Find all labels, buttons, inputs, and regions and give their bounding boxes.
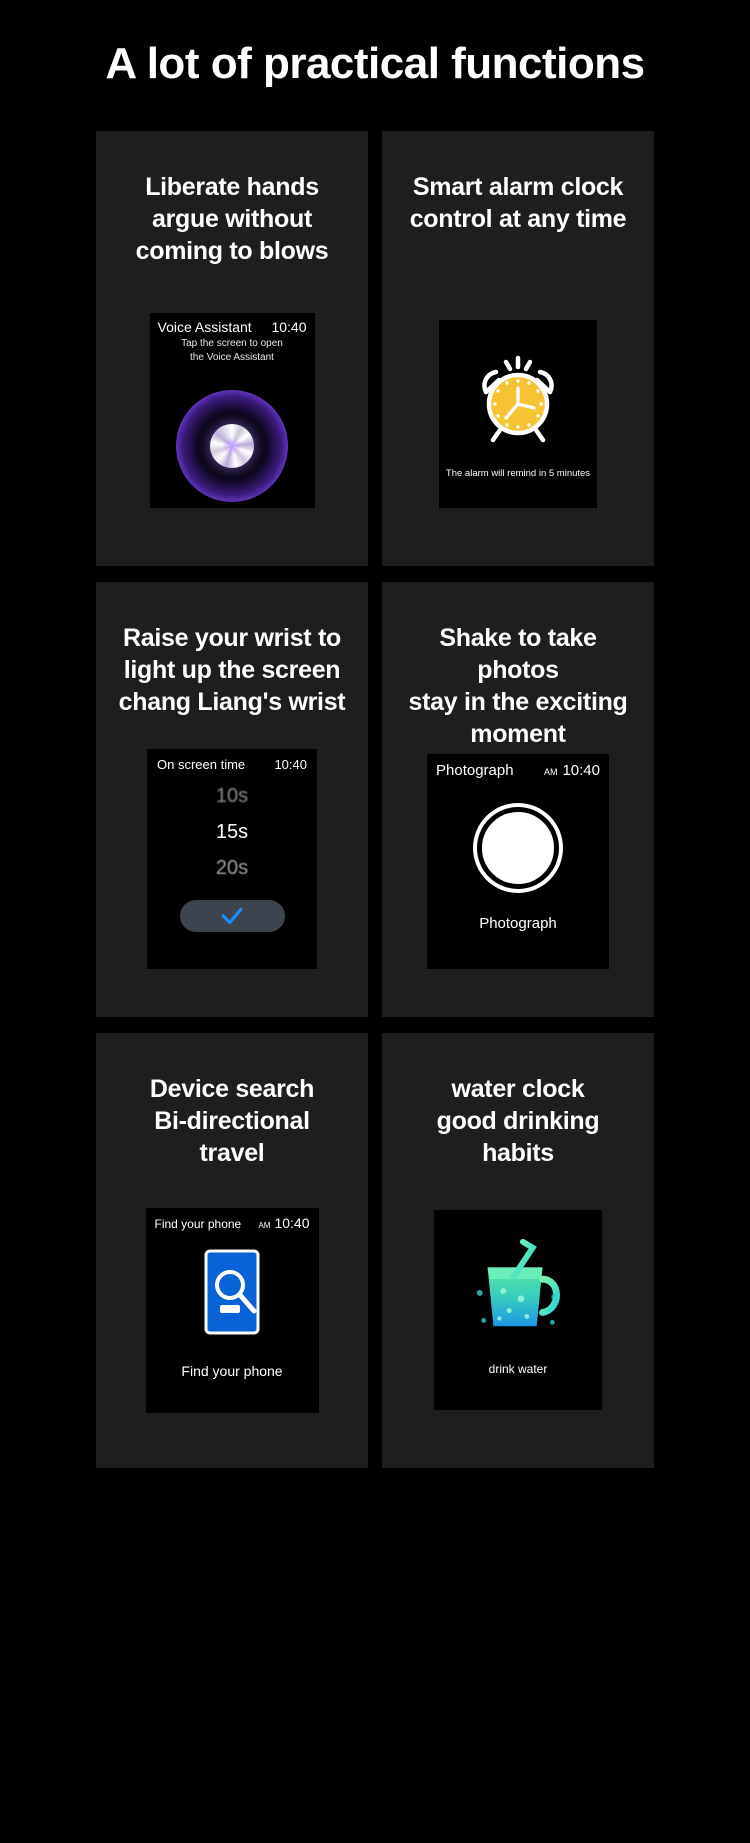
screen-subtitle-line: Tap the screen to open: [181, 338, 283, 350]
card-title-line: stay in the exciting: [408, 688, 628, 717]
watch-screen-voice-assistant: Voice Assistant 10:40 Tap the screen to …: [149, 313, 315, 509]
card-title-line: coming to blows: [135, 237, 329, 266]
card-title-line: Shake to take photos: [439, 624, 597, 685]
card-title-line: chang Liang's wrist: [118, 688, 346, 717]
feature-card-shake-photo[interactable]: Shake to take photos stay in the excitin…: [382, 582, 654, 1018]
card-title-line: Liberate hands: [145, 173, 319, 202]
screen-title: On screen time: [157, 757, 246, 773]
card-title: Raise your wrist to light up the screen …: [115, 622, 350, 718]
watch-screen-drink-water: drink water: [434, 1210, 602, 1411]
card-title-line: Raise your wrist to: [123, 624, 341, 653]
screen-caption: Photograph: [479, 915, 557, 933]
screen-header: Voice Assistant 10:40: [150, 313, 315, 335]
watch-screen-alarm: The alarm will remind in 5 minutes: [439, 320, 597, 509]
card-title-line: Device search: [149, 1075, 315, 1104]
feature-card-voice-assistant[interactable]: Liberate hands argue without coming to b…: [96, 131, 368, 567]
card-title: Shake to take photos stay in the excitin…: [401, 622, 636, 750]
alarm-clock-icon: [482, 355, 554, 443]
screen-caption: Find your phone: [181, 1363, 283, 1380]
watch-screen-find-phone: Find your phone AM 10:40 Find your phone: [145, 1208, 319, 1414]
card-title-line: moment: [470, 720, 566, 749]
duration-option-selected[interactable]: 15s: [147, 814, 317, 850]
card-title: Liberate hands argue without coming to b…: [115, 171, 350, 267]
screen-title: Photograph: [436, 762, 514, 780]
screen-time-group: AM 10:40: [544, 762, 600, 779]
page-title: A lot of practical functions: [105, 39, 645, 88]
card-title-line: control at any time: [409, 205, 627, 234]
screen-subtitle: Tap the screen to open the Voice Assista…: [150, 337, 315, 364]
card-title-line: travel: [199, 1139, 265, 1168]
screen-time: 10:40: [562, 762, 600, 780]
card-title: Smart alarm clock control at any time: [401, 171, 636, 235]
card-title: water clock good drinking habits: [401, 1073, 636, 1169]
card-title-line: water clock: [451, 1075, 585, 1104]
confirm-button[interactable]: [179, 900, 285, 933]
card-title-line: good drinking: [436, 1107, 600, 1136]
feature-card-device-search[interactable]: Device search Bi-directional travel Find…: [96, 1033, 368, 1469]
feature-card-raise-wrist[interactable]: Raise your wrist to light up the screen …: [96, 582, 368, 1018]
screen-caption: The alarm will remind in 5 minutes: [445, 467, 591, 479]
check-icon: [221, 908, 243, 925]
screen-caption: drink water: [488, 1362, 548, 1377]
watch-screen-on-screen-time: On screen time 10:40 10s 15s 20s: [147, 749, 317, 970]
screen-header: On screen time 10:40: [147, 749, 317, 772]
duration-option[interactable]: 20s: [147, 850, 317, 886]
watch-screen-photograph: Photograph AM 10:40 Photograph: [427, 754, 609, 970]
duration-option-list[interactable]: 10s 15s 20s: [147, 778, 317, 886]
card-title-line: Bi-directional: [154, 1107, 310, 1136]
screen-header: Find your phone AM 10:40: [146, 1208, 319, 1231]
screen-ampm: AM: [258, 1221, 271, 1231]
phone-search-icon[interactable]: [200, 1249, 264, 1335]
page-root: A lot of practical functions Liberate ha…: [0, 0, 750, 1843]
card-title-line: Smart alarm clock: [412, 173, 624, 202]
feature-card-water-clock[interactable]: water clock good drinking habits drink w…: [382, 1033, 654, 1469]
feature-card-grid: Liberate hands argue without coming to b…: [96, 131, 654, 1469]
water-cup-icon: [476, 1239, 560, 1327]
duration-option[interactable]: 10s: [147, 778, 317, 814]
camera-shutter-icon[interactable]: [477, 807, 559, 890]
card-title-line: light up the screen: [123, 656, 341, 685]
card-title: Device search Bi-directional travel: [115, 1073, 350, 1169]
screen-time-group: AM 10:40: [258, 1215, 309, 1231]
feature-card-smart-alarm[interactable]: Smart alarm clock control at any time Th…: [382, 131, 654, 567]
screen-title: Find your phone: [154, 1217, 242, 1232]
screen-time: 10:40: [274, 1215, 310, 1232]
card-title-line: habits: [482, 1139, 554, 1168]
voice-orb-icon[interactable]: [150, 386, 315, 506]
screen-time: 10:40: [271, 319, 307, 336]
screen-subtitle-line: the Voice Assistant: [190, 351, 274, 363]
card-title-line: argue without: [152, 205, 312, 234]
screen-time: 10:40: [274, 757, 307, 773]
screen-title: Voice Assistant: [157, 319, 252, 336]
screen-ampm: AM: [543, 767, 558, 778]
screen-header: Photograph AM 10:40: [427, 754, 609, 779]
